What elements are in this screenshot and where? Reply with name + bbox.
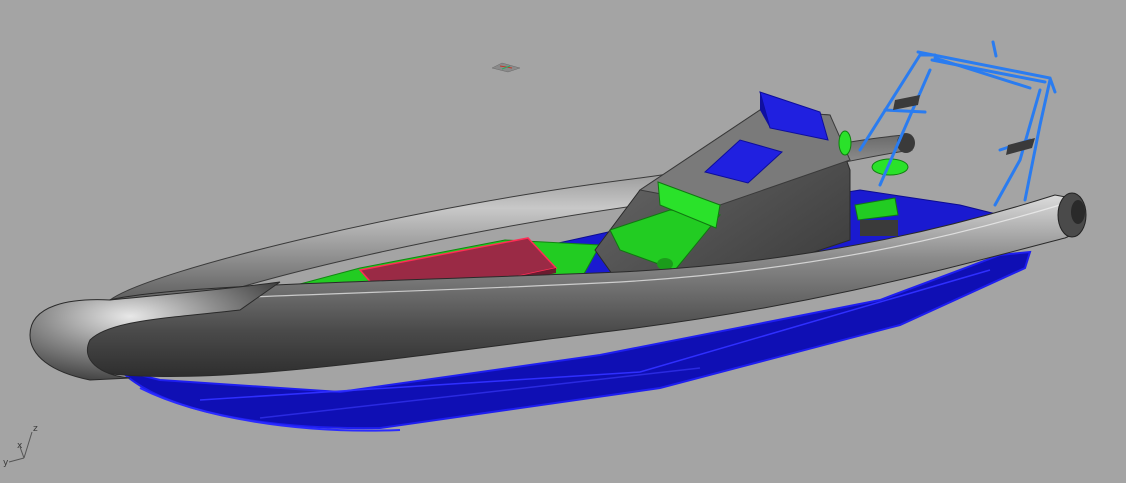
axis-gizmo: z x y <box>3 424 38 468</box>
scene-canvas[interactable]: z x y <box>0 0 1126 483</box>
axis-y-label: y <box>3 458 9 468</box>
3d-viewport[interactable]: z x y <box>0 0 1126 483</box>
t-top-frame[interactable] <box>858 40 1057 207</box>
distant-object-marker <box>491 62 521 73</box>
axis-z-label: z <box>33 424 38 434</box>
axis-x-label: x <box>17 441 23 451</box>
